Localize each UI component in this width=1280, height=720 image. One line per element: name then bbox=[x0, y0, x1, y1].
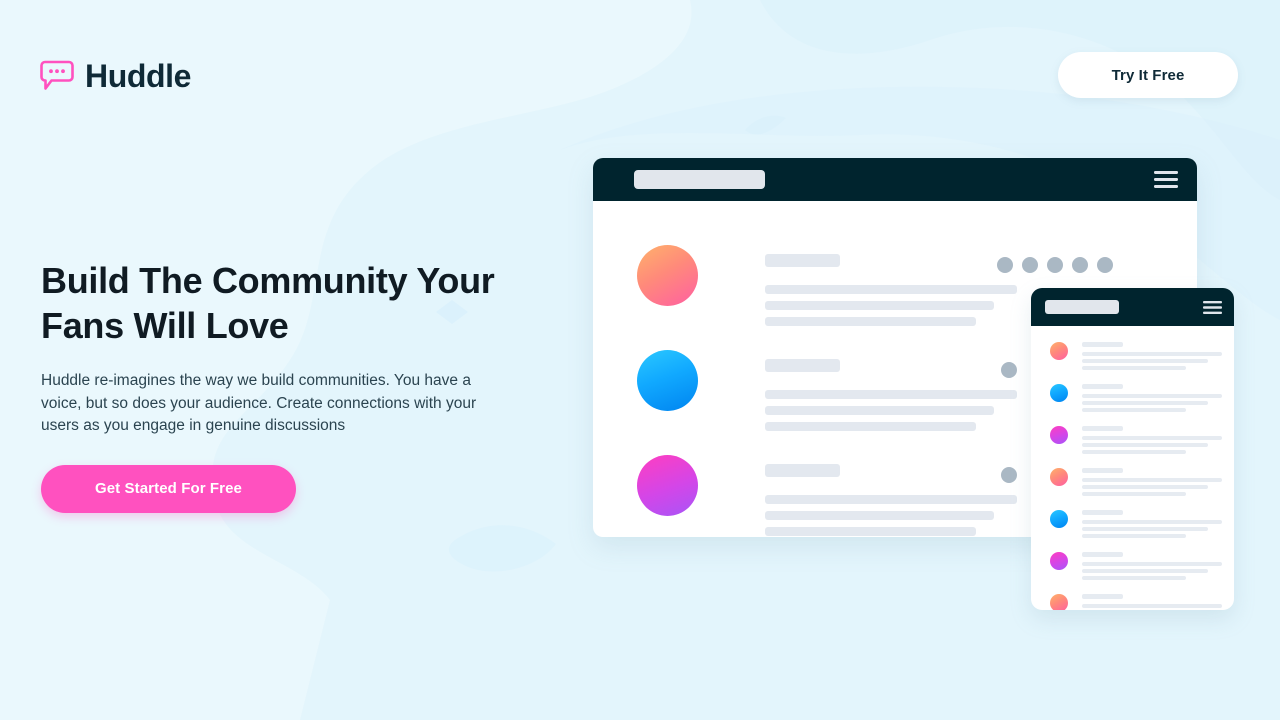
mockup-text-placeholder-group bbox=[1082, 593, 1222, 610]
mockup-window-topbar bbox=[593, 158, 1197, 201]
placeholder-line bbox=[1082, 576, 1186, 580]
list-item bbox=[1031, 467, 1234, 496]
placeholder-line bbox=[1082, 443, 1208, 447]
hero-section: Build The Community Your Fans Will Love … bbox=[41, 258, 511, 513]
placeholder-line bbox=[1082, 359, 1208, 363]
placeholder-line bbox=[1082, 604, 1222, 608]
reaction-dot bbox=[1072, 257, 1088, 273]
mockup-reaction-dots bbox=[1001, 362, 1017, 378]
mockup-reaction-dots bbox=[997, 257, 1113, 273]
reaction-dot bbox=[1097, 257, 1113, 273]
placeholder-line bbox=[1082, 510, 1123, 515]
placeholder-line bbox=[1082, 394, 1222, 398]
placeholder-line bbox=[1082, 384, 1123, 389]
mockup-avatar bbox=[1050, 426, 1068, 444]
mockup-avatar bbox=[637, 245, 698, 306]
placeholder-line bbox=[765, 406, 994, 415]
placeholder-line bbox=[1082, 594, 1123, 599]
hamburger-menu-icon[interactable] bbox=[1203, 300, 1222, 314]
placeholder-line bbox=[765, 254, 840, 267]
mockup-text-placeholder-group bbox=[1082, 425, 1222, 454]
list-item bbox=[1031, 383, 1234, 412]
placeholder-line bbox=[1082, 468, 1123, 473]
hamburger-menu-icon[interactable] bbox=[1154, 171, 1178, 188]
hero-subtitle: Huddle re-imagines the way we build comm… bbox=[41, 372, 477, 434]
list-item bbox=[1031, 509, 1234, 538]
hero-title: Build The Community Your Fans Will Love bbox=[41, 260, 495, 346]
get-started-for-free-button[interactable]: Get Started For Free bbox=[41, 464, 296, 513]
placeholder-line bbox=[1082, 352, 1222, 356]
placeholder-line bbox=[765, 285, 1017, 294]
placeholder-line bbox=[765, 301, 994, 310]
mockup-text-placeholder-group bbox=[1082, 509, 1222, 538]
mockup-avatar bbox=[1050, 384, 1068, 402]
site-header: Huddle Try It Free bbox=[0, 0, 1280, 150]
reaction-dot bbox=[1001, 362, 1017, 378]
placeholder-line bbox=[1082, 552, 1123, 557]
reaction-dot bbox=[1001, 467, 1017, 483]
mockup-avatar bbox=[637, 455, 698, 516]
placeholder-line bbox=[1082, 426, 1123, 431]
list-item bbox=[1031, 593, 1234, 610]
placeholder-line bbox=[1082, 520, 1222, 524]
mockup-reaction-dots bbox=[1001, 467, 1017, 483]
placeholder-line bbox=[765, 390, 1017, 399]
placeholder-line bbox=[1082, 562, 1222, 566]
mockup-avatar bbox=[1050, 468, 1068, 486]
mockup-card-title-placeholder bbox=[1045, 300, 1119, 314]
placeholder-line bbox=[765, 495, 1017, 504]
try-it-free-button[interactable]: Try It Free bbox=[1058, 52, 1238, 98]
mockup-avatar bbox=[1050, 510, 1068, 528]
mockup-text-placeholder-group bbox=[1082, 383, 1222, 412]
speech-bubble-icon bbox=[40, 60, 74, 90]
reaction-dot bbox=[997, 257, 1013, 273]
app-mockup-card bbox=[1031, 288, 1234, 610]
placeholder-line bbox=[765, 511, 994, 520]
brand-name: Huddle bbox=[85, 58, 192, 94]
placeholder-line bbox=[765, 359, 840, 372]
placeholder-line bbox=[1082, 534, 1186, 538]
list-item bbox=[1031, 551, 1234, 580]
mockup-avatar bbox=[1050, 552, 1068, 570]
placeholder-line bbox=[1082, 366, 1186, 370]
placeholder-line bbox=[765, 422, 976, 431]
placeholder-line bbox=[1082, 450, 1186, 454]
mockup-avatar bbox=[637, 350, 698, 411]
mockup-card-list bbox=[1031, 326, 1234, 610]
mockup-window-title-placeholder bbox=[634, 170, 765, 189]
placeholder-line bbox=[1082, 569, 1208, 573]
list-item bbox=[1031, 425, 1234, 454]
placeholder-line bbox=[765, 317, 976, 326]
placeholder-line bbox=[1082, 485, 1208, 489]
placeholder-line bbox=[1082, 492, 1186, 496]
placeholder-line bbox=[765, 527, 976, 536]
mockup-avatar bbox=[1050, 594, 1068, 610]
placeholder-line bbox=[1082, 436, 1222, 440]
mockup-card-topbar bbox=[1031, 288, 1234, 326]
reaction-dot bbox=[1022, 257, 1038, 273]
placeholder-line bbox=[765, 464, 840, 477]
list-item bbox=[1031, 341, 1234, 370]
placeholder-line bbox=[1082, 408, 1186, 412]
mockup-text-placeholder-group bbox=[1082, 467, 1222, 496]
mockup-text-placeholder-group bbox=[1082, 341, 1222, 370]
mockup-avatar bbox=[1050, 342, 1068, 360]
placeholder-line bbox=[1082, 342, 1123, 347]
placeholder-line bbox=[1082, 401, 1208, 405]
placeholder-line bbox=[1082, 527, 1208, 531]
brand-logo[interactable]: Huddle bbox=[40, 52, 191, 100]
mockup-text-placeholder-group bbox=[1082, 551, 1222, 580]
placeholder-line bbox=[1082, 478, 1222, 482]
reaction-dot bbox=[1047, 257, 1063, 273]
